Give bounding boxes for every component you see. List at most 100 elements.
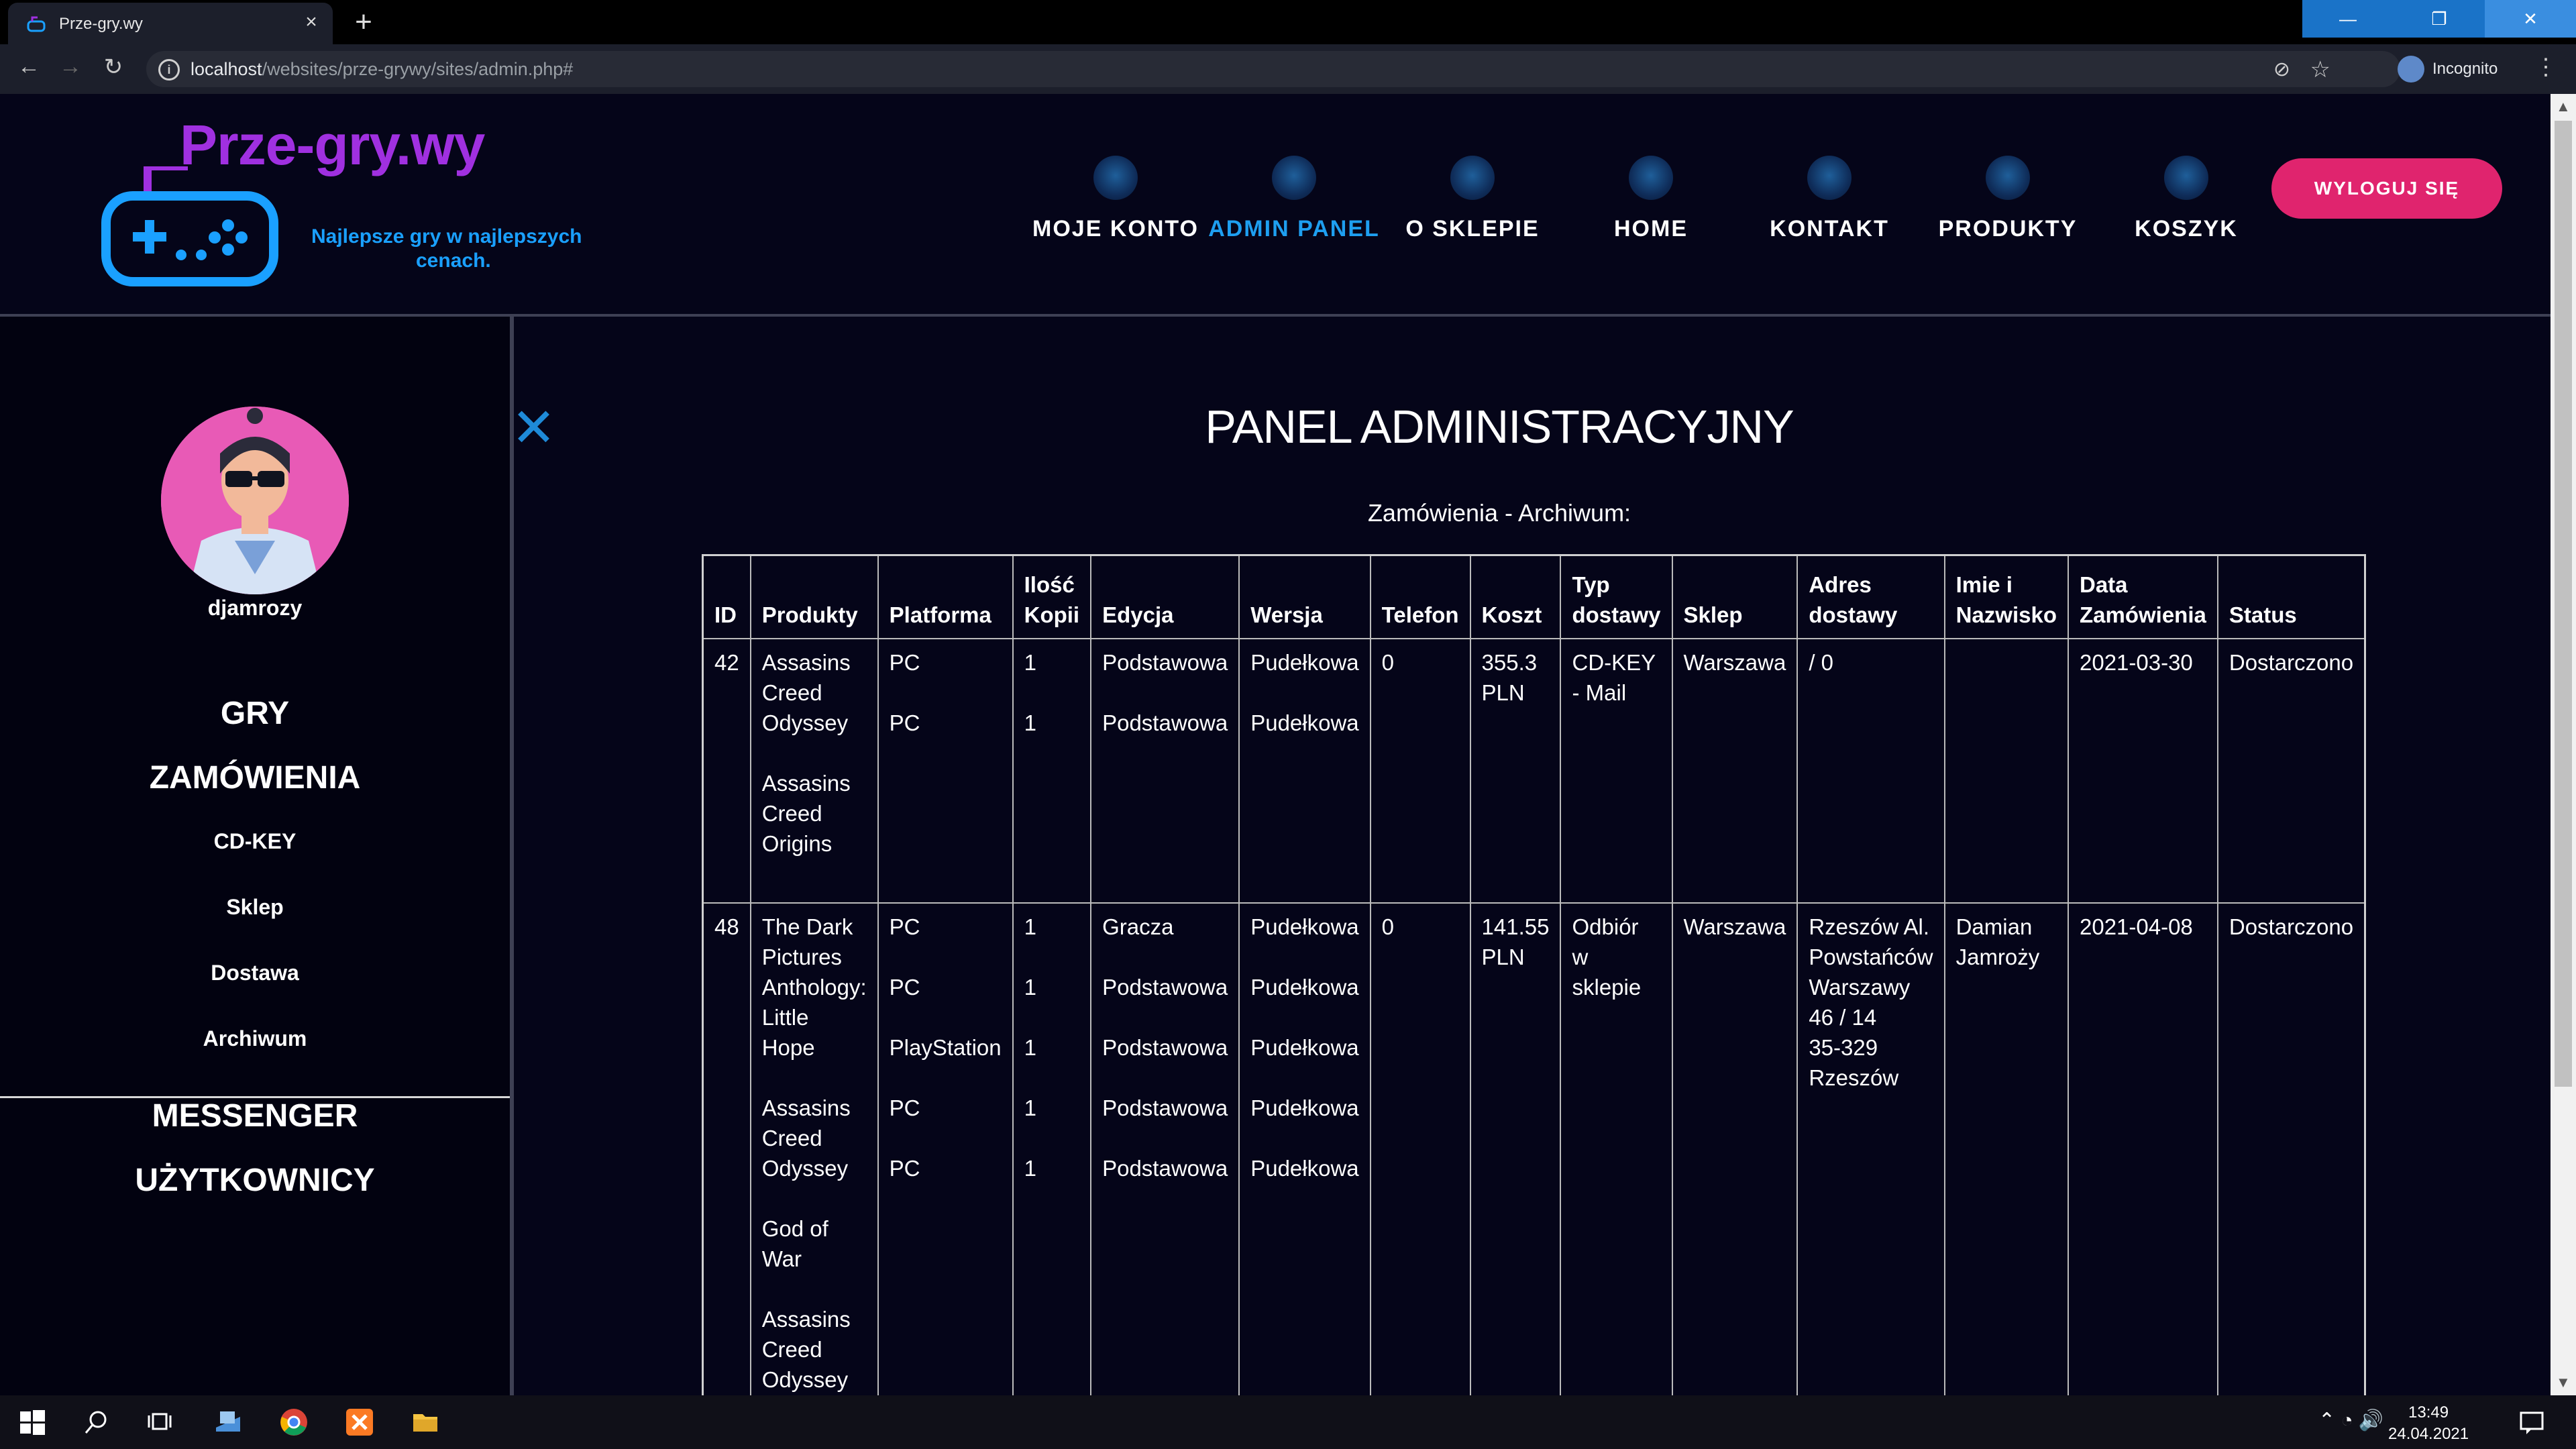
cell-line: Podstawowa <box>1102 1155 1228 1181</box>
cell-gap <box>1250 1123 1358 1153</box>
minimize-button[interactable]: — <box>2302 0 2394 38</box>
sidebar-item-zamowienia[interactable]: ZAMÓWIENIA <box>0 759 510 796</box>
cell-line: Pudełkowa <box>1250 914 1359 939</box>
sidebar-item-uzytkownicy[interactable]: UŻYTKOWNICY <box>0 1162 510 1199</box>
file-explorer-icon[interactable] <box>411 1407 440 1437</box>
column-header: Platforma <box>877 554 1014 639</box>
scroll-thumb[interactable] <box>2555 121 2572 1087</box>
app-icon[interactable] <box>213 1407 243 1437</box>
cell-products: Assasins Creed Odyssey Assasins Creed Origins <box>749 637 879 904</box>
phone-icon <box>1807 156 1851 200</box>
cell-line: PlayStation <box>889 1034 1002 1060</box>
sidebar-item-dostawa[interactable]: Dostawa <box>0 961 510 985</box>
incognito-badge[interactable]: Incognito <box>2398 51 2498 87</box>
nav-moje-konto[interactable]: MOJE KONTO <box>1026 156 1205 242</box>
scroll-up-arrow-icon[interactable]: ▲ <box>2556 98 2571 115</box>
nav-label: PRODUKTY <box>1938 216 2078 241</box>
cell-date: 2021-03-30 <box>2067 637 2218 904</box>
cell-line: Pudełkowa <box>1250 710 1359 735</box>
task-view-icon[interactable] <box>145 1407 174 1437</box>
clock-time: 13:49 <box>2408 1403 2449 1421</box>
cell-line: 1 <box>1024 1095 1036 1120</box>
url-text[interactable]: localhost/websites/prze-grywy/sites/admi… <box>191 59 573 80</box>
nav-home[interactable]: HOME <box>1562 156 1740 242</box>
cell-line: Podstawowa <box>1102 649 1228 675</box>
cell-line: Podstawowa <box>1102 1095 1228 1120</box>
cell-name: Damian Jamroży <box>1943 902 2069 1404</box>
cell-gap <box>890 942 1002 972</box>
column-header: Edycja <box>1090 554 1240 639</box>
eye-off-icon[interactable]: ⊘ <box>2273 58 2290 81</box>
people-icon <box>1450 156 1495 200</box>
cell-gap <box>762 738 867 768</box>
nav-produkty[interactable]: PRODUKTY <box>1919 156 2097 242</box>
notifications-icon[interactable] <box>2517 1407 2546 1437</box>
cell-line: Odyssey <box>761 1366 849 1392</box>
xampp-icon[interactable] <box>345 1407 374 1437</box>
section-title: Zamówienia - Archiwum: <box>1367 499 1631 527</box>
restore-button[interactable]: ❐ <box>2394 0 2485 38</box>
url-host: localhost <box>191 59 262 79</box>
site-logo[interactable]: Prze-gry.wy Najlepsze gry w najlepszych … <box>101 113 610 314</box>
cell-line: Podstawowa <box>1102 710 1228 735</box>
cell-line: 1 <box>1024 710 1036 735</box>
info-icon[interactable]: i <box>158 59 180 80</box>
nav-label: MOJE KONTO <box>1032 216 1199 241</box>
chrome-icon[interactable] <box>279 1407 309 1437</box>
page-scrollbar[interactable]: ▲ ▼ <box>2551 94 2576 1395</box>
cell-line: Odyssey <box>761 710 849 735</box>
cell-versions: Pudełkowa Pudełkowa <box>1238 637 1371 904</box>
sidebar-item-messenger[interactable]: MESSENGER <box>0 1097 510 1134</box>
cell-delivery: Odbiór w sklepie <box>1560 902 1673 1404</box>
column-header: Ilość Kopii <box>1012 554 1092 639</box>
sidebar-item-cd-key[interactable]: CD-KEY <box>0 829 510 854</box>
close-window-button[interactable]: ✕ <box>2485 0 2576 38</box>
cell-editions: Gracza Podstawowa Podstawowa Podstawowa Pods… <box>1090 902 1240 1404</box>
system-tray-icons[interactable]: ⌃ ◔ 🔊 <box>2318 1409 2383 1432</box>
sidebar-item-archiwum[interactable]: Archiwum <box>0 1026 510 1051</box>
cell-gap <box>890 1123 1002 1153</box>
search-icon[interactable] <box>82 1407 111 1437</box>
cell-line: Assasins <box>761 1095 851 1120</box>
nav-koszyk[interactable]: KOSZYK <box>2097 156 2275 242</box>
avatar <box>161 407 349 594</box>
column-header: Produkty <box>749 554 879 639</box>
nav-admin-panel[interactable]: ADMIN PANEL <box>1205 156 1383 242</box>
tab-close-icon[interactable]: × <box>299 11 323 34</box>
logout-button[interactable]: WYLOGUJ SIĘ <box>2271 158 2502 219</box>
cell-phone: 0 <box>1369 637 1471 904</box>
back-arrow-icon[interactable]: ← <box>13 54 44 80</box>
sidebar-item-gry[interactable]: GRY <box>0 695 510 732</box>
nav-o-sklepie[interactable]: O SKLEPIE <box>1383 156 1562 242</box>
browser-menu-icon[interactable]: ⋮ <box>2534 54 2557 80</box>
site-header: Prze-gry.wy Najlepsze gry w najlepszych … <box>0 94 2551 317</box>
reload-icon[interactable]: ↻ <box>98 54 129 80</box>
browser-tab[interactable]: Prze-gry.wy × <box>8 3 333 44</box>
cell-gap <box>1102 1123 1228 1153</box>
gamepad-favicon-icon <box>27 16 46 32</box>
taskbar-clock[interactable]: 13:49 24.04.2021 <box>2388 1402 2469 1445</box>
cell-cost: 141.55 PLN <box>1469 902 1562 1404</box>
nav-label: ADMIN PANEL <box>1208 216 1380 241</box>
sidebar-item-sklep[interactable]: Sklep <box>0 895 510 920</box>
windows-start-icon[interactable] <box>17 1407 47 1437</box>
logo-tagline: Najlepsze gry w najlepszych <box>311 225 582 248</box>
close-sidebar-icon[interactable]: ✕ <box>511 401 556 455</box>
bookmark-star-icon[interactable]: ☆ <box>2310 56 2330 83</box>
cell-gap <box>762 1183 867 1214</box>
address-bar[interactable]: i localhost/websites/prze-grywy/sites/ad… <box>146 51 2400 87</box>
cell-address: Rzeszów Al. Powstańców Warszawy 46 / 14 35-3… <box>1796 902 1945 1404</box>
new-tab-button[interactable]: + <box>349 5 378 39</box>
browser-tab-bar: Prze-gry.wy × + — ❐ ✕ <box>0 0 2576 44</box>
cell-shop: Warszawa <box>1671 637 1799 904</box>
column-header: Koszt <box>1469 554 1562 639</box>
column-header: Status <box>2216 554 2366 639</box>
url-path: /websites/prze-grywy/sites/admin.php# <box>262 59 574 79</box>
nav-kontakt[interactable]: KONTAKT <box>1740 156 1919 242</box>
cell-line: PC <box>889 1155 920 1181</box>
forward-arrow-icon[interactable]: → <box>55 54 86 80</box>
cell-line: PC <box>889 649 920 675</box>
cell-gap <box>1024 1063 1079 1093</box>
cell-line: Anthology: <box>761 974 867 1000</box>
scroll-down-arrow-icon[interactable]: ▼ <box>2556 1374 2571 1391</box>
